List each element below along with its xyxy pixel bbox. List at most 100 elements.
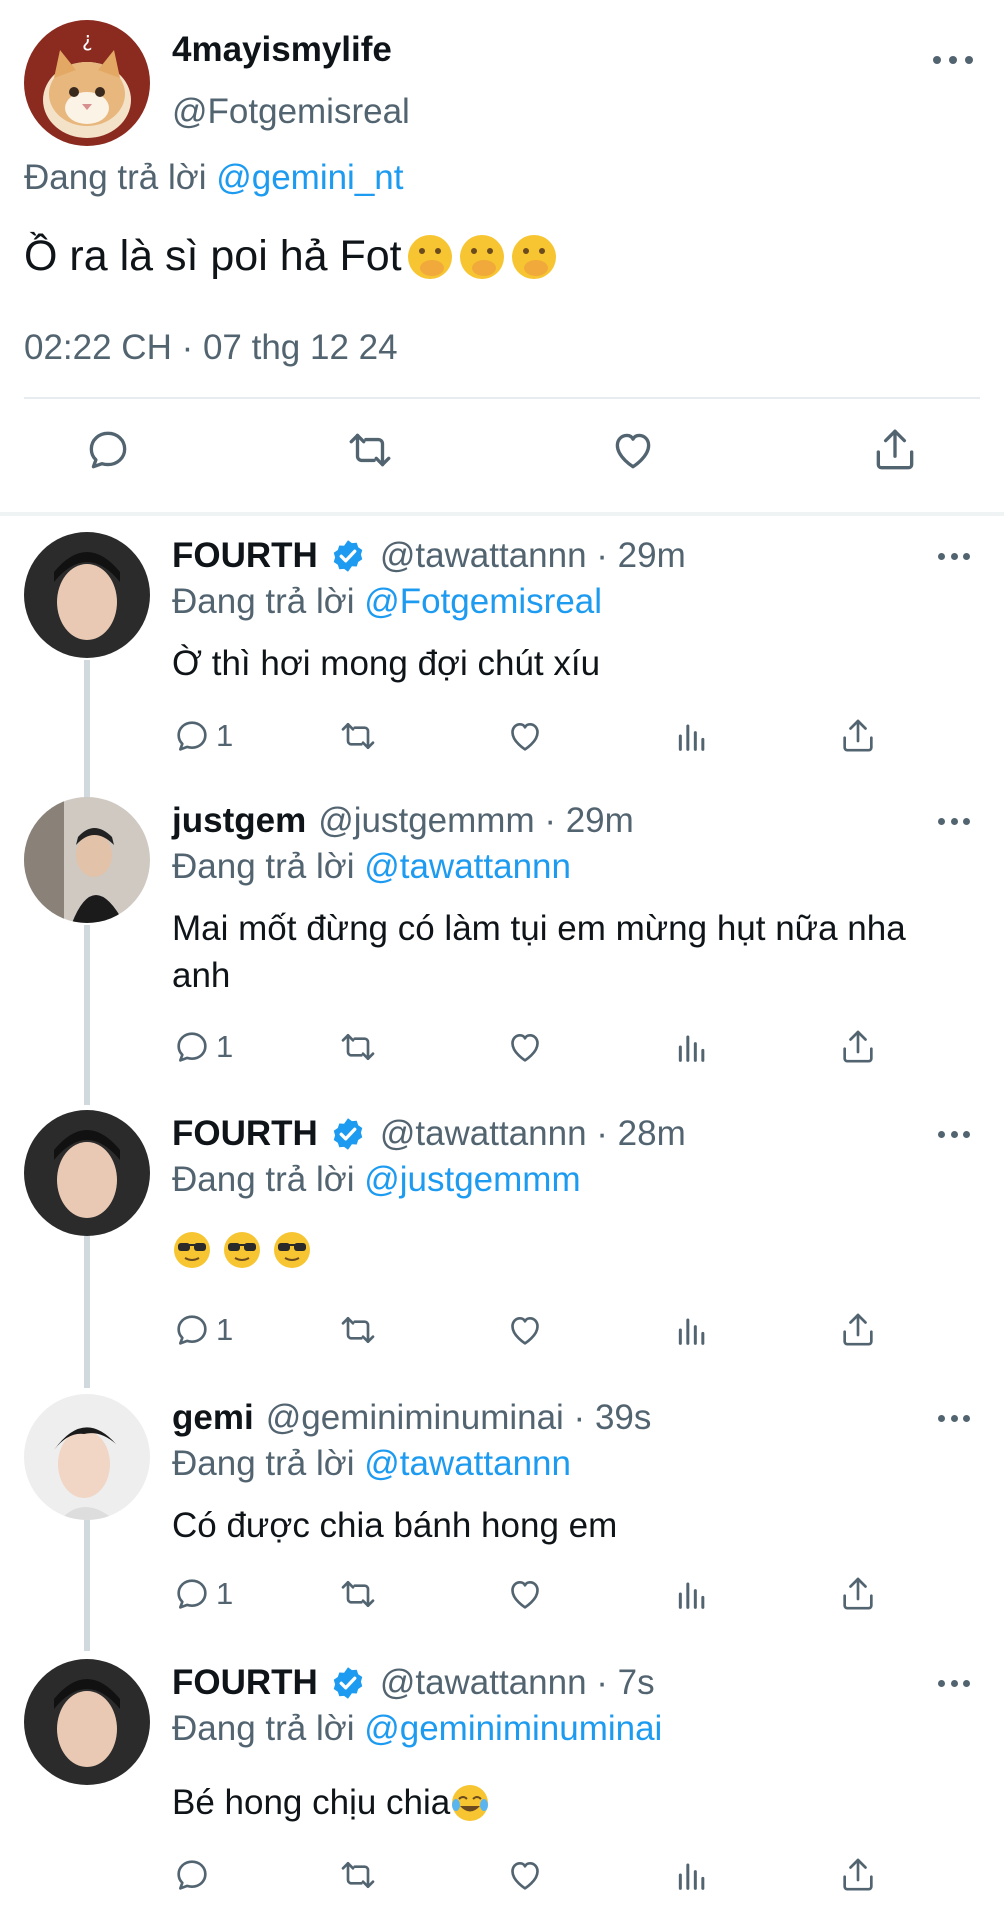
reply-tweet: FOURTH @tawattannn · 29m Đang trả lời @F… xyxy=(0,530,1004,780)
reply-button[interactable]: 1 xyxy=(172,714,233,758)
reply-tweet: FOURTH @tawattannn · 7s Đang trả lời @ge… xyxy=(0,1657,1004,1907)
display-name[interactable]: FOURTH xyxy=(172,1114,318,1154)
analytics-icon[interactable] xyxy=(672,1308,712,1352)
retweet-icon[interactable] xyxy=(338,1853,378,1897)
like-icon[interactable] xyxy=(505,1572,545,1616)
hand-over-mouth-emoji xyxy=(459,234,504,279)
reply-actions: 1 xyxy=(172,714,892,758)
replying-prefix: Đang trả lời xyxy=(172,1709,355,1748)
reply-actions xyxy=(172,1853,892,1897)
more-options-icon[interactable] xyxy=(938,546,970,566)
replying-to-line: Đang trả lời @justgemmm xyxy=(172,1160,581,1200)
divider xyxy=(24,397,980,399)
share-icon[interactable] xyxy=(838,1572,878,1616)
reply-header: FOURTH @tawattannn · 28m xyxy=(172,1114,686,1154)
reply-count: 1 xyxy=(216,1312,234,1347)
tweet-timestamp[interactable]: 02:22 CH · 07 thg 12 24 xyxy=(24,328,398,368)
verified-badge-icon xyxy=(333,540,363,572)
more-options-icon[interactable] xyxy=(938,1673,970,1693)
analytics-icon[interactable] xyxy=(672,1853,712,1897)
replying-to-mention[interactable]: @Fotgemisreal xyxy=(364,582,602,621)
display-name[interactable]: gemi xyxy=(172,1398,254,1438)
retweet-icon[interactable] xyxy=(338,1308,378,1352)
tears-of-joy-emoji xyxy=(452,1784,489,1821)
handle-and-time[interactable]: @justgemmm · 29m xyxy=(318,801,634,841)
reply-button[interactable]: 1 xyxy=(172,1572,233,1616)
reply-icon xyxy=(177,1032,207,1062)
retweet-icon[interactable] xyxy=(338,714,378,758)
reply-icon xyxy=(177,1579,207,1609)
share-icon[interactable] xyxy=(838,1025,878,1069)
like-icon[interactable] xyxy=(505,1025,545,1069)
more-options-icon[interactable] xyxy=(933,50,973,70)
handle-and-time[interactable]: @tawattannn · 7s xyxy=(380,1663,655,1703)
replying-to-mention[interactable]: @tawattannn xyxy=(364,1444,571,1483)
replying-to-line: Đang trả lời @tawattannn xyxy=(172,847,571,887)
like-icon[interactable] xyxy=(608,425,658,475)
replying-to-line: Đang trả lời @Fotgemisreal xyxy=(172,582,602,622)
handle-and-time[interactable]: @geminiminuminai · 39s xyxy=(266,1398,652,1438)
handle-and-time[interactable]: @tawattannn · 28m xyxy=(380,1114,686,1154)
reply-count: 1 xyxy=(216,718,234,753)
avatar[interactable] xyxy=(24,1110,150,1236)
avatar[interactable]: ¿ xyxy=(24,20,150,146)
retweet-icon[interactable] xyxy=(338,1572,378,1616)
reply-button[interactable] xyxy=(172,1853,216,1897)
reply-button[interactable]: 1 xyxy=(172,1025,233,1069)
reply-text xyxy=(172,1230,962,1270)
replying-to-mention[interactable]: @geminiminuminai xyxy=(364,1709,662,1748)
tweet-actions xyxy=(0,425,1004,485)
analytics-icon[interactable] xyxy=(672,1572,712,1616)
share-icon[interactable] xyxy=(838,1308,878,1352)
like-icon[interactable] xyxy=(505,1308,545,1352)
reply-icon xyxy=(177,1860,207,1890)
sunglasses-emoji xyxy=(274,1232,310,1268)
analytics-icon[interactable] xyxy=(672,1025,712,1069)
reply-tweet: gemi @geminiminuminai · 39s Đang trả lời… xyxy=(0,1392,1004,1632)
retweet-icon[interactable] xyxy=(345,425,395,475)
more-options-icon[interactable] xyxy=(938,1408,970,1428)
like-icon[interactable] xyxy=(505,1853,545,1897)
display-name[interactable]: FOURTH xyxy=(172,536,318,576)
share-icon[interactable] xyxy=(838,1853,878,1897)
replying-prefix: Đang trả lời xyxy=(24,158,207,197)
hand-over-mouth-emoji xyxy=(407,234,452,279)
verified-badge-icon xyxy=(333,1118,363,1150)
tweet-text-body: Ồ ra là sì poi hả Fot xyxy=(24,232,402,280)
display-name[interactable]: justgem xyxy=(172,801,306,841)
replying-to-mention[interactable]: @tawattannn xyxy=(364,847,571,886)
reply-text-body: Bé hong chịu chia xyxy=(172,1783,451,1822)
avatar[interactable] xyxy=(24,797,150,923)
replying-prefix: Đang trả lời xyxy=(172,1160,355,1199)
reply-count: 1 xyxy=(216,1029,234,1064)
like-icon[interactable] xyxy=(505,714,545,758)
avatar[interactable] xyxy=(24,532,150,658)
replying-prefix: Đang trả lời xyxy=(172,582,355,621)
reply-button[interactable]: 1 xyxy=(172,1308,233,1352)
share-icon[interactable] xyxy=(838,714,878,758)
reply-text: Ờ thì hơi mong đợi chút xíu xyxy=(172,644,601,683)
avatar[interactable] xyxy=(24,1659,150,1785)
more-options-icon[interactable] xyxy=(938,811,970,831)
retweet-icon[interactable] xyxy=(338,1025,378,1069)
more-options-icon[interactable] xyxy=(938,1124,970,1144)
analytics-icon[interactable] xyxy=(672,714,712,758)
reply-tweet: justgem @justgemmm · 29m Đang trả lời @t… xyxy=(0,795,1004,1095)
replying-to-mention[interactable]: @justgemmm xyxy=(364,1160,580,1199)
sunglasses-emoji xyxy=(224,1232,260,1268)
reply-icon[interactable] xyxy=(83,425,133,475)
reply-icon xyxy=(177,721,207,751)
replying-prefix: Đang trả lời xyxy=(172,847,355,886)
display-name[interactable]: 4mayismylife xyxy=(172,30,392,70)
avatar[interactable] xyxy=(24,1394,150,1520)
display-name[interactable]: FOURTH xyxy=(172,1663,318,1703)
reply-actions: 1 xyxy=(172,1572,892,1616)
reply-tweet: FOURTH @tawattannn · 28m Đang trả lời @j… xyxy=(0,1108,1004,1368)
replying-to-line: Đang trả lời @geminiminuminai xyxy=(172,1709,662,1749)
share-icon[interactable] xyxy=(870,425,920,475)
reply-header: gemi @geminiminuminai · 39s xyxy=(172,1398,651,1438)
replying-to-mention[interactable]: @gemini_nt xyxy=(216,158,403,197)
focused-tweet: ¿ 4mayismylife @Fotgemisreal Đang trả lờ… xyxy=(0,0,1004,512)
handle-and-time[interactable]: @tawattannn · 29m xyxy=(380,536,686,576)
user-handle[interactable]: @Fotgemisreal xyxy=(172,92,410,132)
